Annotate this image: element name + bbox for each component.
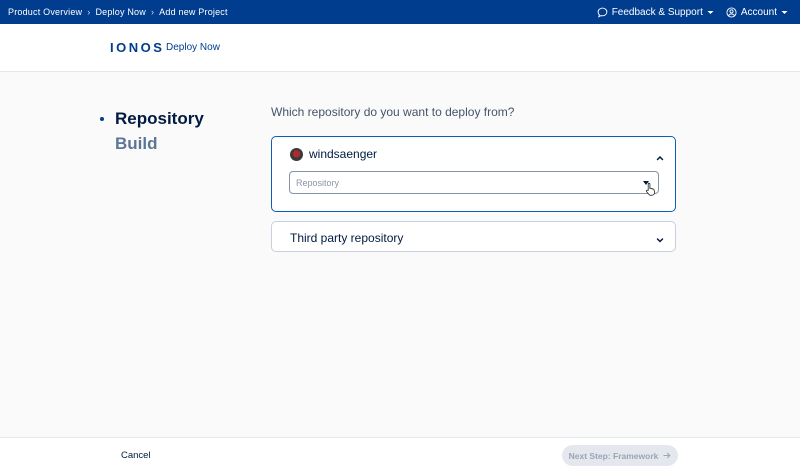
product-name: Deploy Now xyxy=(166,42,220,53)
chat-bubble-icon xyxy=(597,7,608,18)
breadcrumb: Product Overview › Deploy Now › Add new … xyxy=(8,0,228,24)
step-build: Build xyxy=(100,131,204,156)
top-nav: Feedback & Support Account xyxy=(597,0,788,24)
footer-bar: Cancel Next Step: Framework xyxy=(0,437,800,472)
account-username: windsaenger xyxy=(309,147,378,161)
active-step-bullet-icon xyxy=(100,116,104,121)
cancel-button[interactable]: Cancel xyxy=(121,450,151,461)
breadcrumb-item-add-new-project: Add new Project xyxy=(159,7,228,17)
third-party-repository-label: Third party repository xyxy=(290,231,404,245)
arrow-right-icon xyxy=(663,451,671,461)
app-header: IONOS Deploy Now xyxy=(0,24,800,72)
feedback-support-menu[interactable]: Feedback & Support xyxy=(597,7,714,18)
hand-pointer-cursor-icon xyxy=(646,182,656,196)
next-step-label: Next Step: Framework xyxy=(568,450,659,461)
account-menu[interactable]: Account xyxy=(726,7,788,18)
step-label: Repository xyxy=(115,109,204,128)
ionos-logo[interactable]: IONOS xyxy=(110,40,164,55)
step-question: Which repository do you want to deploy f… xyxy=(271,105,515,119)
breadcrumb-separator-icon: › xyxy=(150,7,155,17)
breadcrumb-separator-icon: › xyxy=(87,7,91,17)
third-party-repository-panel[interactable]: Third party repository xyxy=(271,221,676,252)
breadcrumb-item-product-overview[interactable]: Product Overview xyxy=(8,7,82,17)
account-panel-header[interactable]: windsaenger xyxy=(290,147,377,161)
chevron-up-icon[interactable] xyxy=(655,150,665,161)
chevron-down-icon xyxy=(707,10,714,15)
step-repository: Repository xyxy=(100,106,204,131)
top-bar: Product Overview › Deploy Now › Add new … xyxy=(0,0,800,24)
breadcrumb-item-deploy-now[interactable]: Deploy Now xyxy=(95,7,146,17)
repository-select[interactable]: Repository xyxy=(289,171,659,194)
next-step-button[interactable]: Next Step: Framework xyxy=(562,445,678,466)
chevron-down-icon xyxy=(655,232,665,243)
step-label: Build xyxy=(115,134,158,153)
account-label: Account xyxy=(740,6,777,18)
feedback-support-label: Feedback & Support xyxy=(611,6,703,18)
step-list: Repository Build xyxy=(100,106,204,156)
user-circle-icon xyxy=(726,6,737,18)
avatar xyxy=(290,147,303,161)
chevron-down-icon xyxy=(781,10,788,15)
account-repository-panel: windsaenger Repository xyxy=(271,136,676,212)
repository-select-placeholder: Repository xyxy=(296,178,340,188)
